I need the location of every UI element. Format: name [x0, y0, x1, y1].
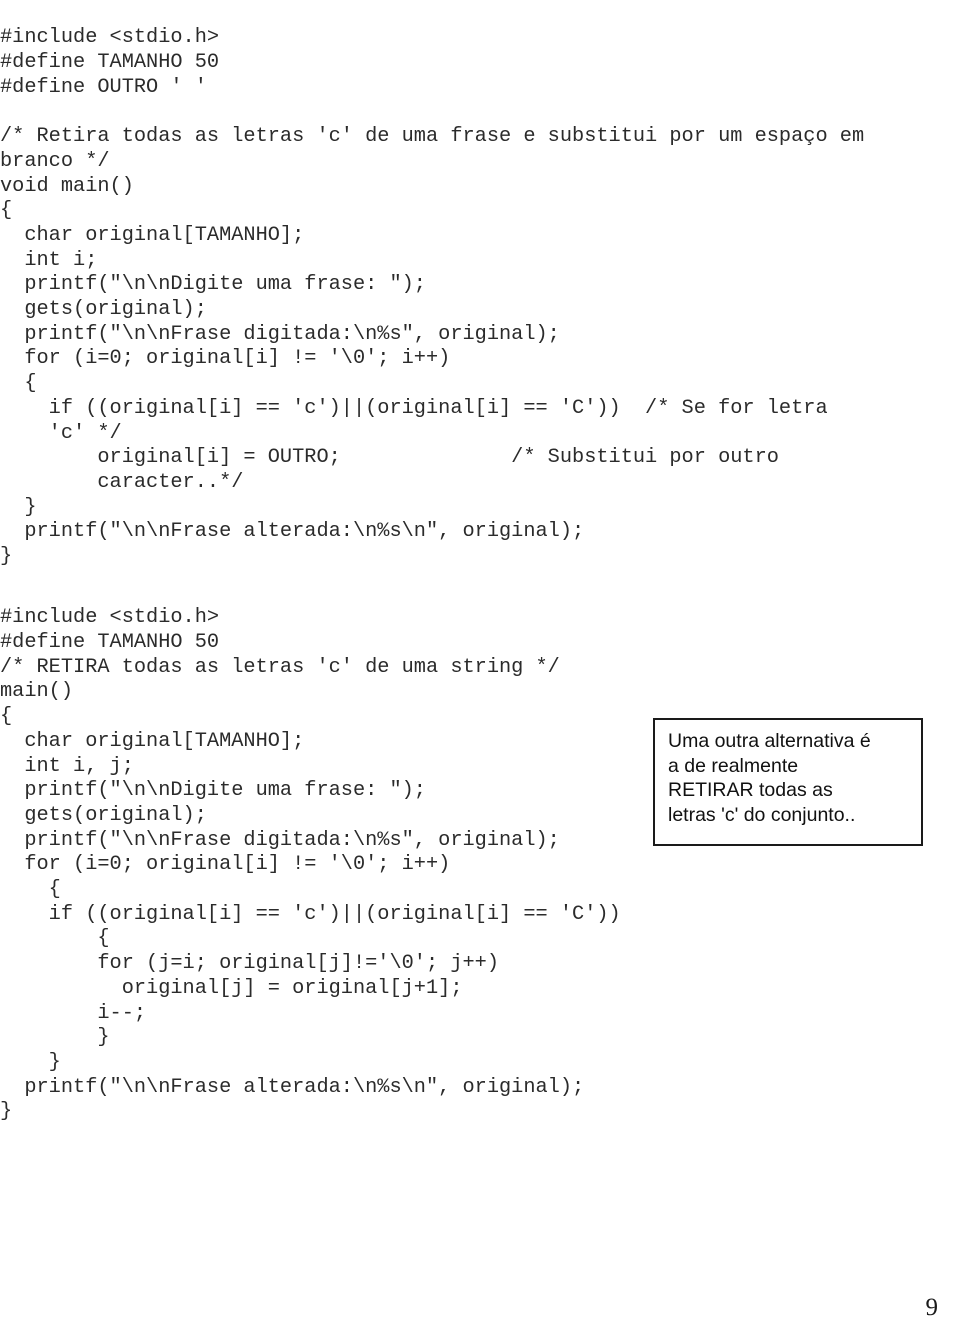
- code-line: {: [0, 705, 13, 729]
- code-line: printf("\n\nFrase digitada:\n%s", origin…: [0, 322, 560, 346]
- code-line: #include <stdio.h>: [0, 26, 220, 50]
- code-listing-retira: #include <stdio.h> #define TAMANHO 50/* R…: [0, 606, 621, 1125]
- code-line: gets(original);: [0, 298, 207, 322]
- code-line: main(): [0, 680, 74, 704]
- code-line: original[i] = OUTRO; /* Substitui por ou…: [0, 446, 779, 470]
- code-line: #define TAMANHO 50: [0, 51, 220, 74]
- code-line: printf("\n\nDigite uma frase: ");: [0, 273, 426, 297]
- code-line: {: [0, 927, 110, 951]
- code-line: if ((original[i] == 'c')||(original[i] =…: [0, 902, 621, 926]
- code-line: #include <stdio.h>: [0, 606, 220, 630]
- document-page: #include <stdio.h> #define TAMANHO 50 #def…: [0, 0, 960, 1340]
- code-line: int i;: [0, 248, 98, 272]
- code-line: }: [0, 545, 13, 569]
- code-line: printf("\n\nFrase alterada:\n%s\n", orig…: [0, 1075, 585, 1099]
- code-line: /* RETIRA todas as letras 'c' de uma str…: [0, 655, 560, 679]
- code-line: {: [0, 199, 13, 223]
- code-line: }: [0, 495, 37, 519]
- code-line: printf("\n\nFrase alterada:\n%s\n", orig…: [0, 520, 585, 544]
- code-line: }: [0, 1100, 13, 1124]
- code-line: for (j=i; original[j]!='\0'; j++): [0, 952, 499, 976]
- code-line: branco */: [0, 149, 110, 173]
- code-line: if ((original[i] == 'c')||(original[i] =…: [0, 396, 828, 420]
- code-line: void main(): [0, 174, 134, 198]
- code-line: for (i=0; original[i] != '\0'; i++): [0, 347, 451, 371]
- code-line: original[j] = original[j+1];: [0, 976, 463, 1000]
- code-line: i--;: [0, 1001, 147, 1025]
- code-line: printf("\n\nDigite uma frase: ");: [0, 779, 426, 803]
- code-line: caracter..*/: [0, 470, 244, 494]
- code-line: #define TAMANHO 50: [0, 631, 220, 654]
- code-line: /* Retira todas as letras 'c' de uma fra…: [0, 125, 865, 149]
- annotation-callout-text: Uma outra alternativa é a de realmente R…: [668, 730, 871, 826]
- code-line: 'c' */: [0, 421, 122, 445]
- code-line: int i, j;: [0, 754, 134, 778]
- code-line: {: [0, 878, 61, 902]
- code-line: #define OUTRO ' ': [0, 75, 207, 99]
- code-line: char original[TAMANHO];: [0, 223, 305, 247]
- page-number: 9: [925, 1294, 939, 1321]
- code-line: printf("\n\nFrase digitada:\n%s", origin…: [0, 828, 560, 852]
- code-line: gets(original);: [0, 803, 207, 827]
- code-line: for (i=0; original[i] != '\0'; i++): [0, 853, 451, 877]
- code-line: {: [0, 372, 37, 396]
- code-listing-substitui: #include <stdio.h> #define TAMANHO 50 #def…: [0, 26, 864, 569]
- code-line: }: [0, 1050, 61, 1074]
- code-line: char original[TAMANHO];: [0, 729, 305, 753]
- annotation-callout-box: Uma outra alternativa é a de realmente R…: [653, 718, 923, 846]
- code-line: }: [0, 1026, 110, 1050]
